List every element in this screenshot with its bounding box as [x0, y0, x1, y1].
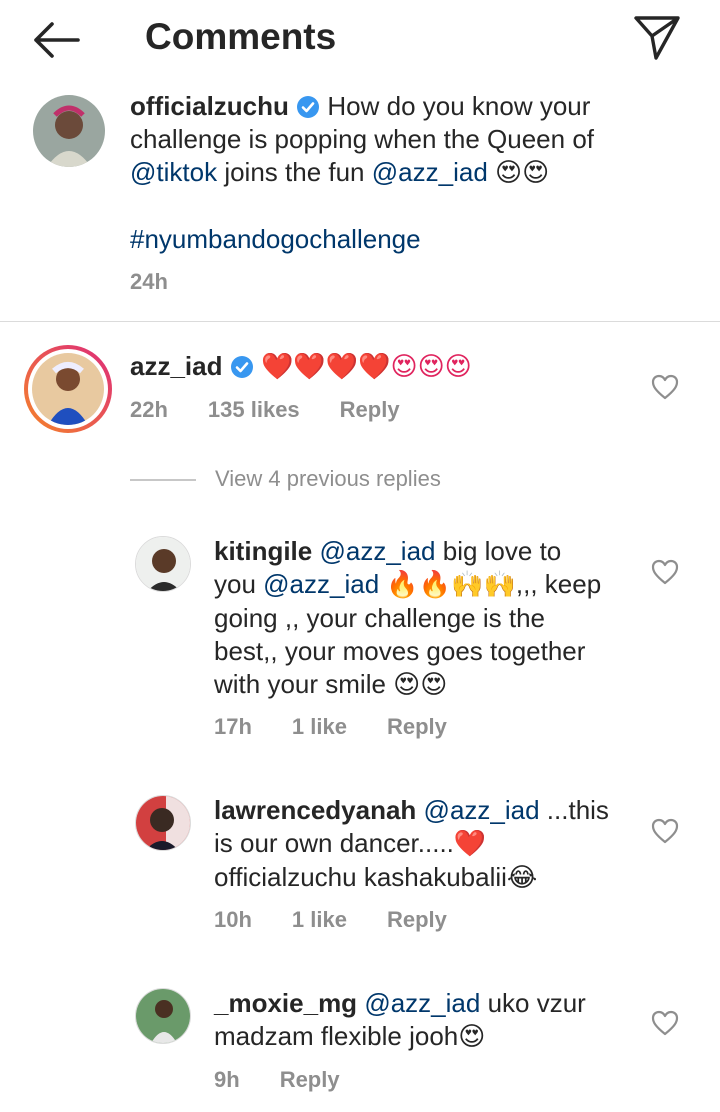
reply-username[interactable]: lawrencedyanah — [214, 795, 416, 825]
reply-emojis: 😂 — [506, 863, 538, 893]
mention-link[interactable]: @azz_iad — [319, 536, 435, 566]
reply-username[interactable]: _moxie_mg — [214, 988, 357, 1018]
mention-link[interactable]: @azz_iad — [364, 988, 480, 1018]
top-bar: Comments — [0, 0, 720, 80]
view-previous-replies[interactable]: View 4 previous replies — [130, 466, 490, 496]
post-meta: 24h — [130, 269, 208, 295]
post-time: 24h — [130, 269, 168, 294]
heart-outline-icon — [651, 818, 679, 844]
reply-meta: 9h Reply — [214, 1067, 380, 1093]
reply-emojis: 😍 — [458, 1022, 486, 1052]
reply-text-part: ,,, keep — [515, 569, 602, 599]
reply-likes[interactable]: 1 like — [292, 907, 347, 932]
divider-line — [130, 479, 196, 481]
reply-time: 9h — [214, 1067, 240, 1092]
reply-meta: 17h 1 like Reply — [214, 714, 487, 740]
avatar-kitingile[interactable] — [135, 536, 191, 592]
hashtag-link[interactable]: #nyumbandogochallenge — [130, 223, 690, 256]
post-caption: officialzuchu How do you know your chall… — [130, 90, 690, 256]
comment-emojis: ❤️❤️❤️❤️😍😍😍 — [260, 352, 472, 382]
verified-badge-icon — [297, 96, 320, 118]
like-button[interactable] — [651, 1010, 679, 1036]
reply-username[interactable]: kitingile — [214, 536, 312, 566]
share-button[interactable] — [630, 12, 684, 64]
reply-emojis: ❤️ — [453, 829, 487, 859]
reply-text-part: is our own dancer..... — [214, 828, 454, 858]
reply-time: 10h — [214, 907, 252, 932]
reply-text-part: with your smile — [214, 669, 386, 699]
post-username[interactable]: officialzuchu — [130, 91, 289, 121]
reply-button[interactable]: Reply — [340, 397, 400, 422]
heart-outline-icon — [651, 374, 679, 400]
reply-text: kitingile @azz_iad big love to you @azz_… — [214, 535, 634, 702]
reply-button[interactable]: Reply — [280, 1067, 340, 1092]
divider — [0, 321, 720, 322]
post-text-3: joins the fun — [224, 157, 365, 187]
reply-text: _moxie_mg @azz_iad uko vzur madzam flexi… — [214, 987, 634, 1054]
avatar-officialzuchu[interactable] — [33, 95, 105, 167]
comment-meta: 22h 135 likes Reply — [130, 397, 440, 423]
reply-emojis: 😍😍 — [393, 670, 448, 700]
avatar-moxie-mg[interactable] — [135, 988, 191, 1044]
reply-emojis: 🔥🔥🙌🙌 — [386, 570, 516, 600]
avatar-lawrencedyanah[interactable] — [135, 795, 191, 851]
avatar-azz-iad[interactable] — [24, 345, 112, 433]
mention-link[interactable]: @azz_iad — [263, 569, 379, 599]
back-button[interactable] — [28, 18, 84, 62]
arrow-left-icon — [34, 22, 80, 58]
view-replies-label: View 4 previous replies — [215, 466, 441, 491]
reply-text-part: going ,, your challenge is the — [214, 603, 545, 633]
paper-plane-icon — [634, 16, 680, 60]
page-title: Comments — [145, 16, 337, 57]
reply-button[interactable]: Reply — [387, 714, 447, 739]
mention-link[interactable]: @tiktok — [130, 157, 217, 187]
reply-text-part: madzam flexible jooh — [214, 1021, 459, 1051]
reply-text-part: uko vzur — [487, 988, 586, 1018]
mention-link[interactable]: @azz_iad — [424, 795, 540, 825]
reply-likes[interactable]: 1 like — [292, 714, 347, 739]
comment-likes[interactable]: 135 likes — [208, 397, 300, 422]
post-text-2: challenge is popping when the Queen of — [130, 124, 595, 154]
comment-text: azz_iad ❤️❤️❤️❤️😍😍😍 — [130, 350, 610, 384]
reply-text-part: ...this — [546, 795, 609, 825]
reply-text: lawrencedyanah @azz_iad ...this is our o… — [214, 794, 634, 895]
reply-time: 17h — [214, 714, 252, 739]
comment-username[interactable]: azz_iad — [130, 351, 223, 381]
like-button[interactable] — [651, 374, 679, 400]
comment-time: 22h — [130, 397, 168, 422]
verified-badge-icon — [230, 356, 253, 378]
like-button[interactable] — [651, 818, 679, 844]
reply-text-part: best,, your moves goes together — [214, 636, 586, 666]
reply-button[interactable]: Reply — [387, 907, 447, 932]
mention-link[interactable]: @azz_iad — [372, 157, 488, 187]
heart-outline-icon — [651, 559, 679, 585]
post-emojis: 😍😍 — [495, 158, 550, 188]
reply-meta: 10h 1 like Reply — [214, 907, 487, 933]
like-button[interactable] — [651, 559, 679, 585]
reply-text-part: officialzuchu kashakubalii — [214, 862, 507, 892]
post-text-1: How do you know your — [327, 91, 591, 121]
reply-text-part: big love to — [442, 536, 562, 566]
heart-outline-icon — [651, 1010, 679, 1036]
reply-text-part: you — [214, 569, 256, 599]
